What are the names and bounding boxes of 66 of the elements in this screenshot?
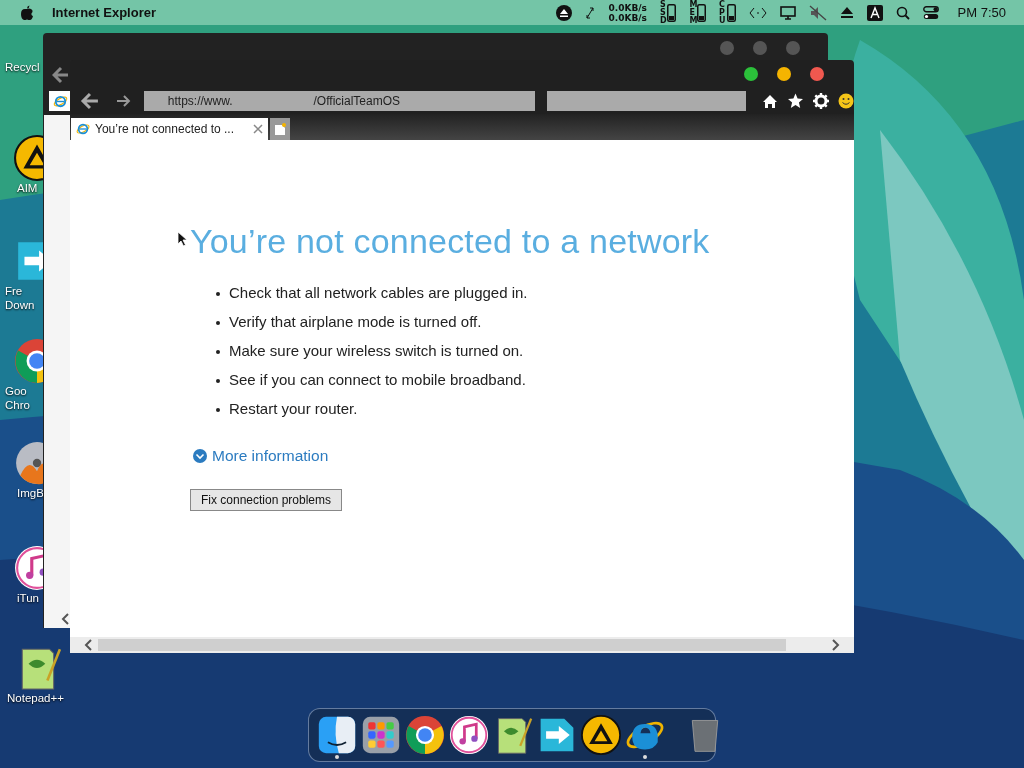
new-tab-button[interactable] bbox=[270, 118, 290, 140]
meter-label: MEM bbox=[689, 0, 695, 25]
smiley-icon[interactable] bbox=[838, 93, 854, 109]
desktop-icon-label[interactable]: ImgB bbox=[17, 486, 44, 500]
scroll-right-icon[interactable] bbox=[832, 639, 840, 651]
clock[interactable]: PM 7:50 bbox=[957, 5, 1006, 20]
scroll-left-icon[interactable] bbox=[84, 639, 92, 651]
bullet-icon bbox=[216, 350, 220, 354]
search-field[interactable] bbox=[547, 91, 746, 111]
ie-icon bbox=[76, 122, 90, 136]
meter-label: CPU bbox=[719, 0, 725, 25]
maximize-button[interactable] bbox=[744, 67, 758, 81]
bullet-icon bbox=[216, 292, 220, 296]
apple-icon[interactable] bbox=[20, 4, 34, 21]
ie-icon bbox=[52, 93, 68, 109]
minimize-button[interactable] bbox=[777, 67, 791, 81]
bullet-icon bbox=[216, 408, 220, 412]
scrollbar-thumb[interactable] bbox=[98, 639, 786, 651]
eject-icon[interactable] bbox=[839, 6, 854, 19]
desktop-icon-label[interactable]: Fre bbox=[5, 284, 23, 298]
network-speed: 0.0KB/s 0.0KB/s bbox=[608, 2, 647, 23]
desktop-icon-label[interactable]: Notepad++ bbox=[7, 691, 64, 705]
cursor-icon bbox=[177, 231, 188, 247]
error-heading: You’re not connected to a network bbox=[190, 222, 710, 261]
chevron-down-icon bbox=[192, 448, 208, 464]
new-page-icon bbox=[274, 122, 286, 136]
app-name[interactable]: Internet Explorer bbox=[52, 5, 157, 20]
close-icon[interactable] bbox=[253, 124, 263, 134]
arrows-icon[interactable] bbox=[585, 6, 596, 19]
tip-text: Restart your router. bbox=[229, 399, 358, 419]
back-arrow-icon[interactable] bbox=[52, 66, 70, 84]
bullet-icon bbox=[216, 379, 220, 383]
forward-arrow-icon[interactable] bbox=[115, 94, 132, 108]
meter-icon[interactable] bbox=[726, 3, 736, 22]
keyboard-input-icon[interactable] bbox=[866, 4, 883, 21]
desktop-icon-label[interactable]: Down bbox=[5, 298, 35, 312]
tip-text: See if you can connect to mobile broadband. bbox=[229, 370, 526, 390]
eject-circle-icon[interactable] bbox=[556, 4, 573, 21]
meter-icon[interactable] bbox=[667, 3, 677, 22]
desktop-icon-label[interactable]: iTun bbox=[17, 591, 39, 605]
tip-text: Make sure your wireless switch is turned on. bbox=[229, 341, 524, 361]
more-information-link[interactable]: More information bbox=[192, 447, 329, 465]
meter-icon[interactable] bbox=[697, 3, 706, 22]
browser-tab[interactable]: You’re not connected to ... bbox=[71, 118, 268, 140]
back-arrow-icon[interactable] bbox=[80, 92, 100, 110]
settings-icon[interactable] bbox=[813, 93, 829, 109]
toggles-icon[interactable] bbox=[922, 5, 939, 20]
code-icon[interactable] bbox=[748, 6, 767, 19]
running-indicator bbox=[335, 755, 339, 759]
muted-speaker-icon[interactable] bbox=[808, 4, 827, 21]
triangle-logo-icon bbox=[14, 135, 43, 181]
monitor-icon[interactable] bbox=[779, 5, 796, 20]
running-indicator bbox=[643, 755, 647, 759]
scroll-left-icon[interactable] bbox=[61, 613, 69, 625]
meter-label: SSD bbox=[659, 0, 666, 25]
search-icon[interactable] bbox=[895, 5, 910, 20]
home-icon[interactable] bbox=[762, 93, 778, 109]
bullet-icon bbox=[216, 321, 220, 325]
fix-connection-button[interactable]: Fix connection problems bbox=[190, 489, 342, 511]
address-field[interactable]: https://www. /OfficialTeamOS bbox=[143, 91, 535, 111]
star-icon[interactable] bbox=[787, 93, 804, 109]
desktop-icon-label[interactable]: Goo bbox=[5, 384, 27, 398]
desktop-icon-label[interactable]: Chro bbox=[5, 398, 30, 412]
tip-text: Check that all network cables are plugged in. bbox=[229, 283, 528, 303]
close-button[interactable] bbox=[810, 67, 824, 81]
tip-text: Verify that airplane mode is turned off. bbox=[229, 312, 482, 332]
